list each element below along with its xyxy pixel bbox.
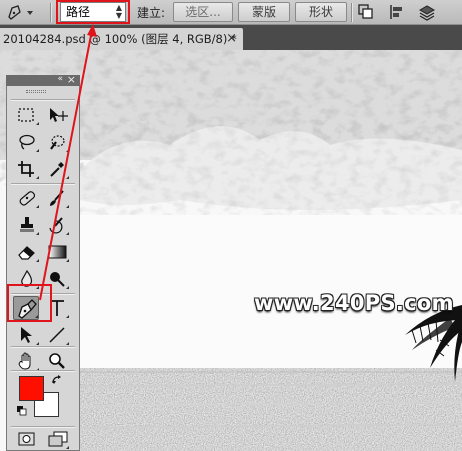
make-shape-label: 形状 [308,5,333,19]
make-selection-label: 选区... [185,5,221,19]
document-title: 20104284.psd @ 100% (图层 4, RGB/8) * [3,32,237,46]
document-tab[interactable]: 20104284.psd @ 100% (图层 4, RGB/8) * × [0,28,243,50]
divider [11,426,75,427]
lasso-icon [19,134,35,150]
separator [351,3,352,22]
arrow-pointer-icon [21,327,32,343]
divider [11,99,75,100]
make-selection-button[interactable]: 选区... [173,2,233,22]
move-icon [50,108,68,122]
default-colors-icon[interactable] [17,406,27,416]
stamp-icon [20,217,34,232]
separator [50,3,51,22]
divider [11,346,75,347]
close-tab-icon[interactable]: × [226,28,237,50]
divider [11,370,75,371]
quick-mask-icon [18,432,35,446]
history-brush-icon [49,217,63,234]
quick-selection-tool[interactable] [45,131,69,153]
gradient-tool[interactable] [45,241,69,263]
close-icon[interactable]: × [67,73,76,86]
highlight-box [7,284,52,322]
options-bar: 路径 ▲ ▼ 建立: 选区... 蒙版 形状 [0,0,462,25]
crop-icon [18,161,34,177]
quick-mask-button[interactable] [15,428,39,450]
rectangle-marquee-icon [18,108,34,122]
eyedropper-icon [50,162,64,177]
pen-icon [8,5,33,20]
make-mask-button[interactable]: 蒙版 [238,2,290,22]
move-tool[interactable] [45,104,69,126]
build-label: 建立: [137,6,166,20]
brush-tool[interactable] [45,187,69,209]
watermark-text: www.240PS.com [254,291,454,315]
lasso-tool[interactable] [15,131,39,153]
collapse-icon[interactable]: « [57,74,63,84]
path-selection-tool[interactable] [15,324,39,346]
line-icon [49,327,65,343]
band-aid-icon [19,191,36,206]
path-alignment-icon[interactable] [388,3,406,21]
line-tool[interactable] [45,324,69,346]
screen-mode-button[interactable] [45,428,69,450]
foreground-color-swatch[interactable] [19,376,44,401]
highlight-box [56,0,130,24]
marquee-tool[interactable] [15,104,39,126]
document-tab-bar: 20104284.psd @ 100% (图层 4, RGB/8) * × [0,25,462,50]
make-mask-label: 蒙版 [251,5,276,19]
eyedropper-tool[interactable] [45,158,69,180]
path-operations-icon[interactable] [357,3,375,21]
tools-panel-titlebar[interactable]: « × [6,73,80,86]
eraser-icon [18,246,35,260]
zoom-tool[interactable] [45,350,69,372]
brush-icon [50,190,64,206]
eraser-tool[interactable] [15,241,39,263]
tool-preset-picker[interactable] [2,2,42,22]
hand-icon [18,352,31,370]
swap-colors-icon[interactable] [51,374,63,386]
crop-tool[interactable] [15,158,39,180]
healing-brush-tool[interactable] [15,187,39,209]
quick-selection-icon [50,135,65,150]
panel-grip-icon[interactable] [26,90,46,93]
hand-tool[interactable] [15,350,39,372]
magnifier-icon [49,353,65,369]
divider [11,183,75,184]
clone-stamp-tool[interactable] [15,214,39,236]
history-brush-tool[interactable] [45,214,69,236]
path-arrangement-icon[interactable] [418,3,436,21]
make-shape-button[interactable]: 形状 [295,2,347,22]
